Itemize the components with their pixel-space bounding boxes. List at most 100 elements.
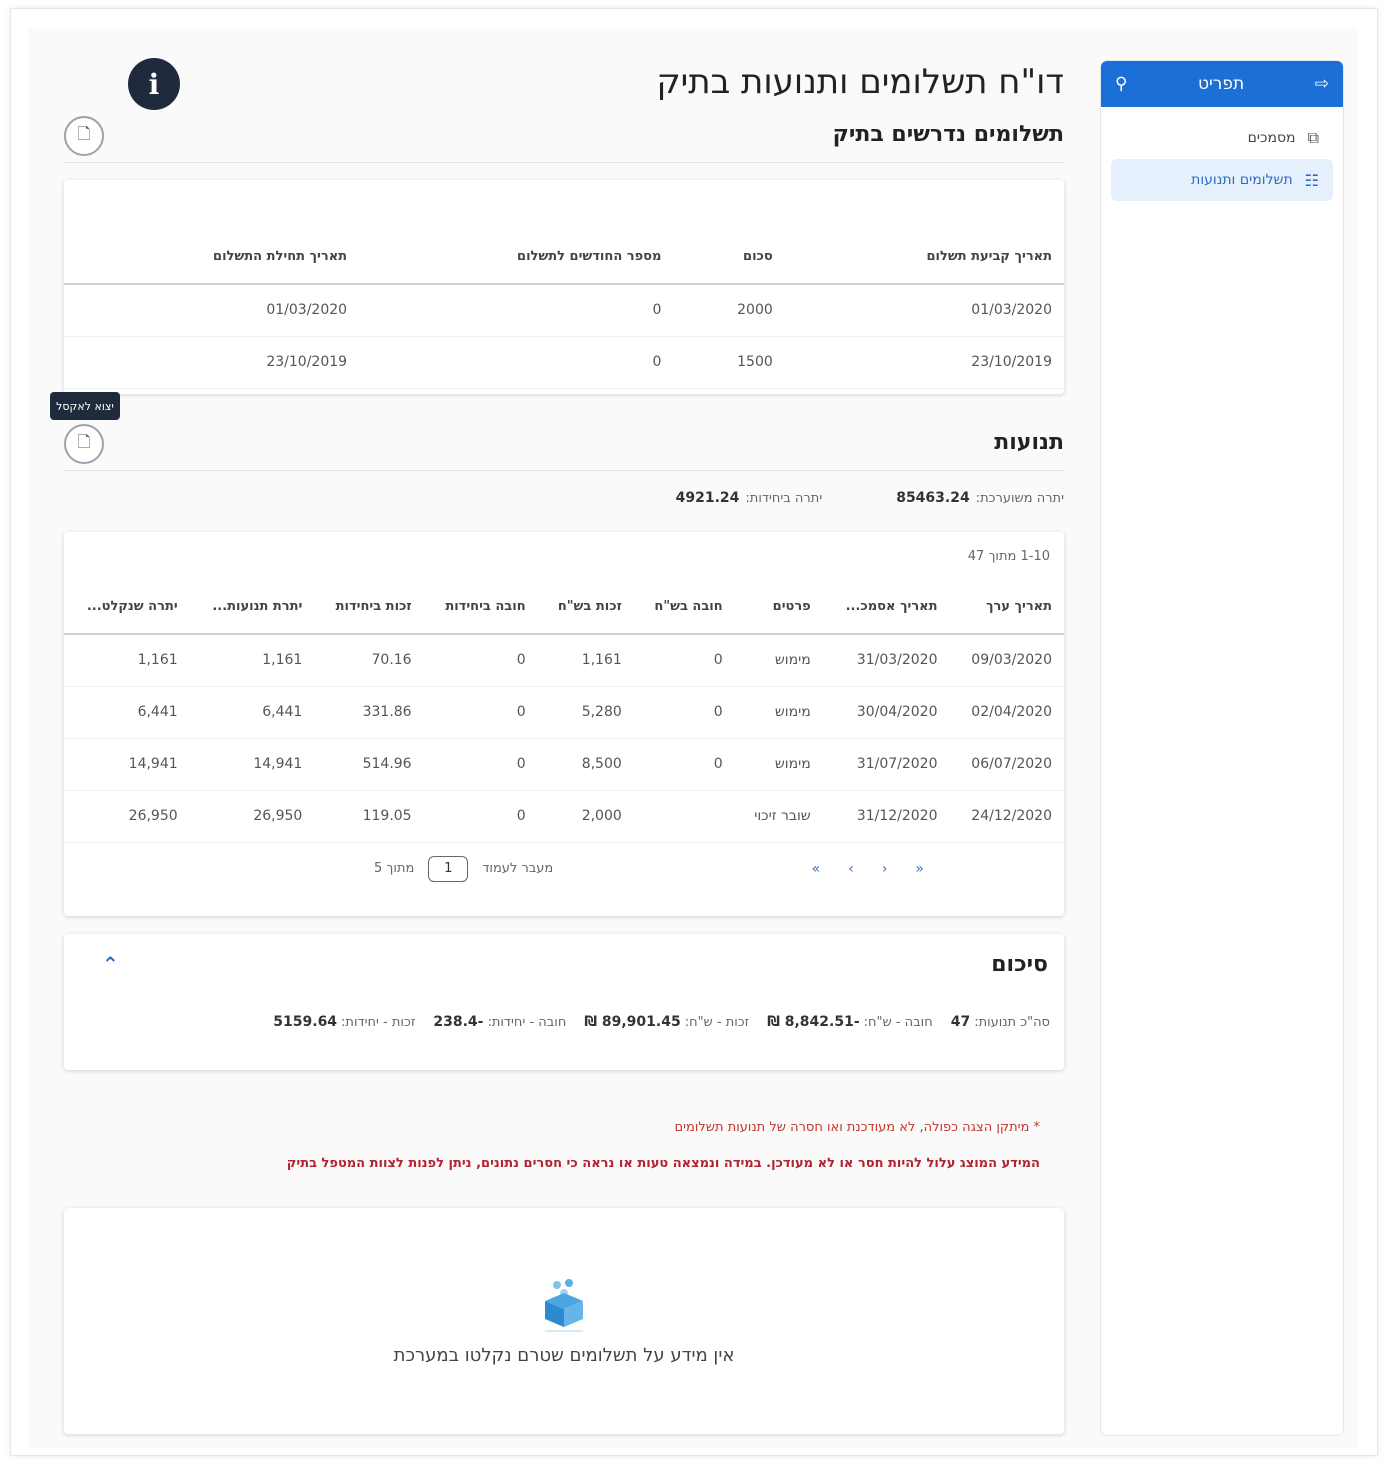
collapse-menu-icon[interactable]: ⇨ (1315, 74, 1329, 94)
disclaimer-note: המידע המוצג עלול להיות חסר או לא מעודכן.… (286, 1156, 1040, 1171)
export-excel-button[interactable]: 🗋 (64, 424, 104, 464)
units-balance-item: יתרה ביחידות: 4921.24 (676, 490, 823, 506)
table-cell: 119.05 (314, 790, 424, 843)
balance-label: יתרה משוערכת: (975, 491, 1064, 506)
col-header[interactable]: תאריך ערך (949, 580, 1064, 635)
table-cell: 31/07/2020 (822, 738, 950, 791)
table-cell: 0 (423, 634, 538, 687)
col-header[interactable]: תאריך תחילת התשלום (64, 230, 360, 285)
pin-icon[interactable]: ⚲ (1115, 74, 1127, 94)
summary-value: -238.4 (433, 1014, 484, 1030)
pagination: מתוך 5 1 מעבר לעמוד « ‹ › » (64, 843, 1064, 895)
next-page-icon[interactable]: › (882, 861, 888, 877)
table-cell: 1,161 (189, 634, 315, 687)
col-header[interactable]: יתרת תנועות... (189, 580, 315, 635)
info-icon: i (148, 67, 160, 101)
empty-state-text: אין מידע על תשלומים שטרם נקלטו במערכת (393, 1344, 735, 1366)
col-header[interactable]: חובה בש"ח (633, 580, 735, 635)
prev-page-icon[interactable]: ‹ (848, 861, 854, 877)
balances: יתרה משוערכת: 85463.24 יתרה ביחידות: 4921.… (676, 490, 1064, 506)
table-cell: 0 (633, 738, 735, 791)
export-excel-button[interactable]: 🗋 (64, 116, 104, 156)
document-icon: 🗋 (77, 123, 91, 143)
table-cell: 26,950 (64, 790, 190, 843)
page-goto-label: מעבר לעמוד (482, 861, 554, 876)
export-tooltip: יצוא לאקסל (50, 392, 120, 420)
movements-table: תאריך ערך תאריך אסמכ... פרטים חובה בש"ח … (64, 580, 1064, 843)
col-header[interactable]: זכות ביחידות (314, 580, 424, 635)
table-cell: 26,950 (189, 790, 315, 843)
table-cell: 02/04/2020 (949, 686, 1064, 739)
table-cell: 31/03/2020 (822, 634, 950, 687)
table-cell: 0 (423, 686, 538, 739)
copy-icon: ⧉ (1307, 128, 1319, 147)
table-cell: 14,941 (189, 738, 315, 791)
summary-item: חובה - יחידות:-238.4 (433, 1014, 566, 1030)
col-header[interactable]: תאריך אסמכ... (822, 580, 950, 635)
table-cell: 514.96 (314, 738, 424, 791)
units-balance-value: 4921.24 (675, 490, 740, 506)
table-cell: 5,280 (537, 686, 634, 739)
table-cell: 14,941 (64, 738, 190, 791)
required-payments-title: תשלומים נדרשים בתיק (832, 122, 1064, 147)
col-header[interactable]: תאריך קביעת תשלום (784, 230, 1064, 285)
chevron-up-icon[interactable]: ⌃ (102, 952, 119, 976)
sidebar-header-label: תפריט (1197, 74, 1245, 94)
last-page-icon[interactable]: » (915, 861, 924, 877)
col-header[interactable]: פרטים (734, 580, 823, 635)
table-cell: שובר זיכוי (734, 790, 823, 843)
col-header[interactable]: סכום (673, 230, 785, 285)
table-row: 23/10/2019 1500 0 23/10/2019 (64, 336, 1064, 389)
balance-value: 85463.24 (896, 490, 970, 506)
page-nav: « ‹ › » (812, 861, 924, 877)
table-cell: מימוש (734, 686, 823, 739)
sidebar-item-label: תשלומים ותנועות (1191, 172, 1293, 188)
summary-label: זכות - יחידות: (341, 1015, 416, 1030)
summary-label: חובה - ש"ח: (863, 1015, 933, 1030)
sidebar-item-documents[interactable]: מסמכים ⧉ (1111, 117, 1333, 159)
summary-item: זכות - ש"ח:89,901.45 ₪ (584, 1014, 749, 1030)
col-header[interactable]: יתרה שנקלט... (64, 580, 190, 635)
summary-value: 89,901.45 ₪ (584, 1014, 681, 1030)
table-cell: 1,161 (64, 634, 190, 687)
table-cell: 0 (633, 634, 735, 687)
table-cell: 0 (423, 790, 538, 843)
table-cell: 31/12/2020 (822, 790, 950, 843)
sidebar: ⚲ תפריט ⇨ מסמכים ⧉ תשלומים ותנועות ☷ (1100, 60, 1344, 1436)
first-page-icon[interactable]: « (812, 861, 821, 877)
page-of-label: מתוך 5 (374, 861, 415, 876)
table-row: 24/12/2020 31/12/2020 שובר זיכוי 2,000 0… (64, 790, 1064, 843)
summary-item: סה"כ תנועות:47 (951, 1014, 1050, 1030)
sidebar-item-payments[interactable]: תשלומים ותנועות ☷ (1111, 159, 1333, 201)
clipboard-icon: ☷ (1304, 170, 1319, 190)
document-icon: 🗋 (77, 431, 91, 451)
summary-value: 47 (950, 1014, 971, 1030)
table-toolbar: 1-10 מתוך 47 (64, 532, 1064, 580)
page-title: דו"ח תשלומים ותנועות בתיק (656, 62, 1065, 102)
table-cell: 1500 (673, 336, 785, 389)
page-number-input[interactable]: 1 (428, 855, 469, 882)
warning-note: * מיתקן הצגה כפולה, לא מעודכנת ואו חסרה … (674, 1120, 1040, 1135)
table-cell: 2,000 (537, 790, 634, 843)
required-payments-table-card: תאריך קביעת תשלום סכום מספר החודשים לתשל… (64, 180, 1064, 394)
table-toolbar (64, 180, 1064, 230)
divider (64, 162, 1064, 163)
table-cell: 70.16 (314, 634, 424, 687)
summary-values: סה"כ תנועות:47 חובה - ש"ח:-8,842.51 ₪ זכ… (273, 1014, 1050, 1030)
col-header[interactable]: חובה ביחידות (423, 580, 538, 635)
summary-label: סה"כ תנועות: (974, 1015, 1050, 1030)
col-header[interactable]: מספר החודשים לתשלום (359, 230, 674, 285)
col-header[interactable]: זכות בש"ח (537, 580, 634, 635)
info-button[interactable]: i (128, 58, 180, 110)
table-cell: 2000 (673, 284, 785, 337)
empty-state: אין מידע על תשלומים שטרם נקלטו במערכת (64, 1208, 1064, 1434)
table-header-row: תאריך קביעת תשלום סכום מספר החודשים לתשל… (64, 230, 1064, 285)
summary-value: -8,842.51 ₪ (767, 1014, 860, 1030)
range-indicator: 1-10 מתוך 47 (967, 548, 1050, 564)
table-cell: 0 (359, 284, 674, 337)
balance-item: יתרה משוערכת: 85463.24 (896, 490, 1064, 506)
table-cell: מימוש (734, 634, 823, 687)
table-cell: מימוש (734, 738, 823, 791)
summary-label: חובה - יחידות: (487, 1015, 567, 1030)
table-row: 01/03/2020 2000 0 01/03/2020 (64, 284, 1064, 337)
